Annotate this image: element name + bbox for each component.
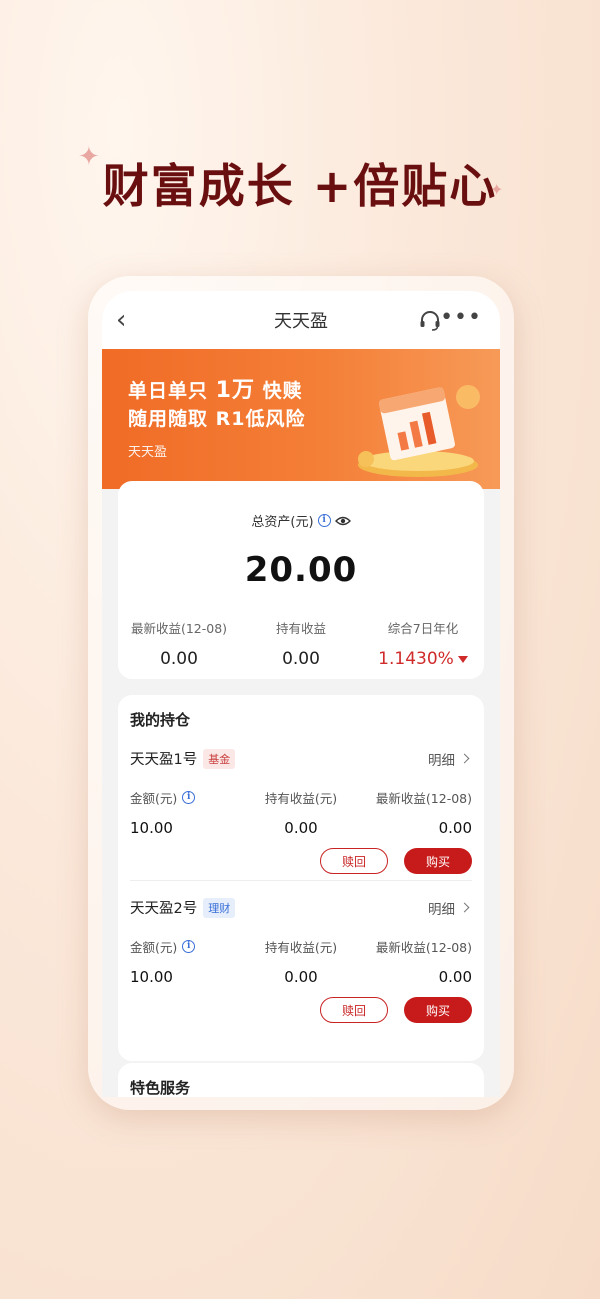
promo-headline: 财富成长 +倍贴心 xyxy=(102,159,498,213)
redeem-button[interactable]: 赎回 xyxy=(320,848,388,874)
back-icon[interactable]: ‹ xyxy=(116,307,126,333)
product-name: 天天盈1号 xyxy=(130,752,198,768)
detail-link[interactable]: 明细 xyxy=(428,749,472,769)
nav-bar: ‹ 天天盈 ••• xyxy=(102,291,500,349)
holding-item: 天天盈1号 基金 明细 金额(元) i 10.00 持有收益(元) 0.00 最新… xyxy=(130,730,472,880)
redeem-button[interactable]: 赎回 xyxy=(320,997,388,1023)
chevron-right-icon xyxy=(459,753,470,764)
latest-income-value: 0.00 xyxy=(438,968,472,986)
stat-latest-income: 最新收益(12-08) 0.00 xyxy=(130,621,228,669)
holdings-card: 我的持仓 天天盈1号 基金 明细 金额(元) i 10.00 持有收益(元) 0.… xyxy=(118,695,484,1061)
latest-income-value: 0.00 xyxy=(438,819,472,837)
services-card: 特色服务 xyxy=(118,1063,484,1097)
app-screen: ‹ 天天盈 ••• 单日单只 1万 快赎 随用随取 R1低风险 天天盈 总资产(… xyxy=(102,291,500,1097)
chevron-right-icon xyxy=(459,902,470,913)
holding-income-value: 0.00 xyxy=(284,968,318,986)
holding-item: 天天盈2号 理财 明细 金额(元) i 10.00 持有收益(元) 0.00 最新… xyxy=(130,880,472,1050)
total-assets-value: 20.00 xyxy=(244,550,358,590)
info-icon[interactable]: i xyxy=(317,514,331,527)
eye-icon[interactable] xyxy=(334,515,351,527)
holdings-title: 我的持仓 xyxy=(130,711,191,729)
headset-icon[interactable] xyxy=(418,309,442,333)
services-title: 特色服务 xyxy=(130,1079,191,1097)
holding-income-value: 0.00 xyxy=(284,819,318,837)
stat-7day-yield[interactable]: 综合7日年化 1.1430% xyxy=(362,618,484,669)
product-tag: 理财 xyxy=(203,897,236,918)
asset-stats: 最新收益(12-08) 0.00 持有收益 0.00 综合7日年化 1.1430… xyxy=(118,618,484,669)
promo-banner[interactable]: 单日单只 1万 快赎 随用随取 R1低风险 天天盈 xyxy=(102,349,500,489)
info-icon[interactable]: i xyxy=(182,940,196,953)
buy-button[interactable]: 购买 xyxy=(404,848,472,874)
stat-holding-income: 持有收益 0.00 xyxy=(275,621,326,669)
page-title: 天天盈 xyxy=(274,311,328,332)
amount-value: 10.00 xyxy=(130,968,173,986)
detail-link[interactable]: 明细 xyxy=(428,898,472,918)
total-assets-label: 总资产(元) xyxy=(251,515,314,530)
info-icon[interactable]: i xyxy=(182,791,196,804)
caret-down-icon xyxy=(457,655,468,663)
amount-value: 10.00 xyxy=(130,819,173,837)
buy-button[interactable]: 购买 xyxy=(404,997,472,1023)
product-name: 天天盈2号 xyxy=(130,901,198,917)
total-assets-card: 总资产(元) i 20.00 最新收益(12-08) 0.00 持有收益 0.0… xyxy=(118,481,484,679)
product-tag: 基金 xyxy=(203,748,236,769)
more-icon[interactable]: ••• xyxy=(440,305,482,330)
calendar-illustration-icon xyxy=(358,385,480,477)
